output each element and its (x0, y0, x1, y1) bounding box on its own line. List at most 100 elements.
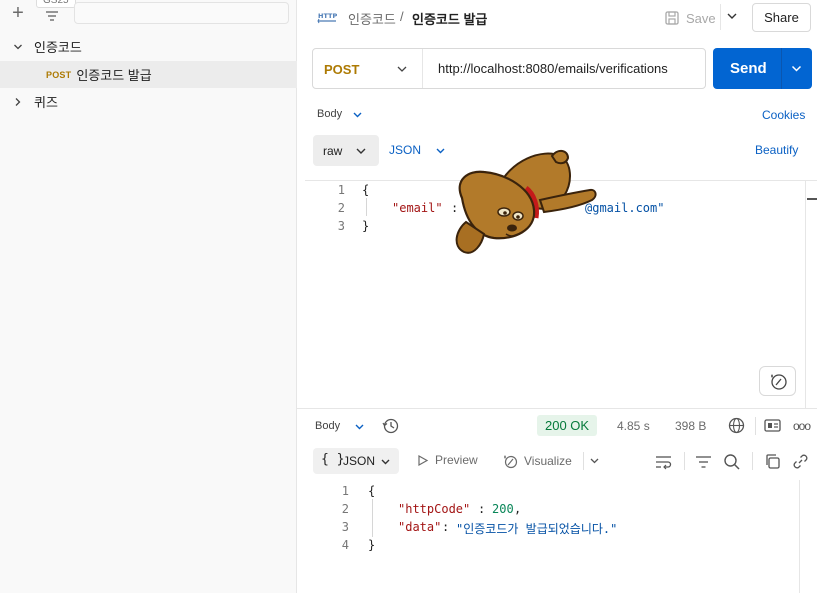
code-line: } (362, 219, 370, 233)
method-badge: POST (46, 69, 72, 80)
chevron-right-icon (15, 97, 21, 106)
dog-sticker (455, 150, 597, 254)
play-icon (418, 454, 429, 466)
chevron-down-icon[interactable] (354, 421, 365, 432)
share-button[interactable]: Share (752, 3, 811, 32)
response-time[interactable]: 4.85 s (617, 419, 650, 433)
chevron-down-icon[interactable] (725, 9, 739, 23)
response-format-select[interactable]: { } JSON (313, 448, 399, 474)
body-tab-label: Body (317, 108, 343, 120)
beautify-button[interactable]: Beautify (755, 143, 798, 157)
url-bar: POST (312, 48, 706, 89)
json-colon: : (442, 520, 457, 534)
response-format-label: JSON (343, 454, 376, 468)
svg-text:HTTP: HTTP (318, 12, 337, 20)
line-number: 2 (337, 201, 345, 215)
sidebar-item-label: 인증코드 (34, 40, 82, 55)
save-button[interactable]: Save (664, 8, 716, 28)
indent-guide (372, 499, 373, 537)
chevron-down-icon (353, 112, 362, 117)
sidebar-item-folder-quiz[interactable]: 퀴즈 (0, 88, 297, 115)
breadcrumb-parent[interactable]: 인증코드 (348, 9, 396, 28)
json-comma: , (514, 502, 522, 516)
sidebar-item-request-issue-code[interactable]: POST 인증코드 발급 (0, 61, 297, 88)
line-number: 3 (337, 219, 345, 233)
collection-sidebar: + GS25 인증코드 POST 인증코드 발급 퀴즈 (0, 0, 297, 593)
code-line: { (368, 484, 376, 498)
history-icon[interactable] (382, 417, 399, 434)
http-icon: HTTP (317, 12, 337, 24)
json-key: "httpCode" (398, 502, 471, 516)
sidebar-search-input[interactable] (74, 2, 289, 24)
scroll-marker (807, 198, 817, 200)
globe-icon[interactable] (728, 417, 745, 434)
response-body-tab[interactable]: Body (315, 420, 340, 432)
divider (684, 452, 685, 470)
preview-label: Preview (435, 453, 478, 467)
save-divider (720, 4, 721, 30)
divider (583, 452, 584, 470)
response-size[interactable]: 398 B (675, 419, 706, 433)
request-header: HTTP 인증코드 / 인증코드 발급 Save Share (297, 0, 817, 34)
wrap-icon[interactable] (655, 453, 672, 470)
filter-lines-icon[interactable] (695, 453, 712, 470)
chevron-down-icon[interactable] (790, 62, 803, 75)
viewer-scrollbar[interactable] (799, 480, 800, 593)
save-response-icon[interactable] (764, 418, 781, 433)
code-line: { (362, 183, 370, 197)
status-badge[interactable]: 200 OK (537, 415, 598, 436)
line-number: 4 (341, 538, 349, 552)
chevron-down-icon[interactable] (589, 455, 600, 466)
method-select[interactable]: POST (313, 49, 423, 88)
sidebar-toolbar: + GS25 (0, 0, 297, 34)
divider (755, 417, 756, 435)
breadcrumb-current[interactable]: 인증코드 발급 (412, 9, 487, 28)
chevron-down-icon (14, 44, 22, 49)
save-icon (665, 11, 679, 25)
response-bar: Body 200 OK 4.85 s 398 B ooo (297, 408, 817, 444)
postman-app: + GS25 인증코드 POST 인증코드 발급 퀴즈 HTTP 인증코드 / … (0, 0, 817, 593)
response-body-viewer[interactable]: 1 2 3 4 { "httpCode" : 200 , "data" : "인… (305, 480, 817, 593)
send-label: Send (730, 60, 767, 77)
save-label: Save (686, 10, 716, 26)
visualize-label: Visualize (524, 454, 572, 468)
ai-assist-button[interactable] (759, 366, 796, 396)
url-input[interactable] (438, 61, 698, 76)
more-icon[interactable]: ooo (793, 419, 811, 433)
body-format-label: JSON (389, 143, 422, 157)
line-number: 1 (337, 183, 345, 197)
line-number: 1 (341, 484, 349, 498)
braces-icon: { } (321, 452, 345, 467)
body-format-select[interactable]: JSON (389, 143, 446, 157)
method-label: POST (324, 62, 360, 77)
line-number: 3 (341, 520, 349, 534)
json-value: "인증코드가 발급되었습니다." (456, 522, 618, 536)
send-divider (781, 48, 782, 89)
filter-icon[interactable] (42, 4, 62, 24)
json-key: "email" (392, 201, 443, 215)
chevron-down-icon (436, 148, 445, 153)
visualize-icon (504, 455, 518, 469)
code-line: } (368, 538, 376, 552)
copy-icon[interactable] (764, 453, 781, 470)
body-type-select[interactable]: raw (313, 135, 379, 166)
sidebar-item-label: 인증코드 발급 (76, 68, 152, 83)
indent-guide (366, 198, 367, 216)
json-colon: : (478, 502, 493, 516)
json-key: "data" (398, 520, 442, 534)
sidebar-item-folder-verification[interactable]: 인증코드 (0, 33, 297, 60)
editor-scrollbar[interactable] (805, 181, 806, 409)
plus-icon[interactable]: + (8, 3, 28, 24)
ai-assist-icon (771, 374, 787, 390)
cookies-link[interactable]: Cookies (762, 108, 805, 122)
preview-button[interactable]: Preview (416, 453, 478, 467)
request-body-tab[interactable]: Body (317, 108, 363, 120)
divider (752, 452, 753, 470)
search-icon[interactable] (723, 453, 740, 470)
chevron-down-icon (381, 459, 390, 465)
breadcrumb-separator: / (400, 9, 404, 24)
send-button[interactable]: Send (713, 48, 812, 89)
visualize-button[interactable]: Visualize (502, 453, 572, 469)
link-icon[interactable] (792, 453, 809, 470)
sidebar-item-label: 퀴즈 (34, 95, 58, 110)
